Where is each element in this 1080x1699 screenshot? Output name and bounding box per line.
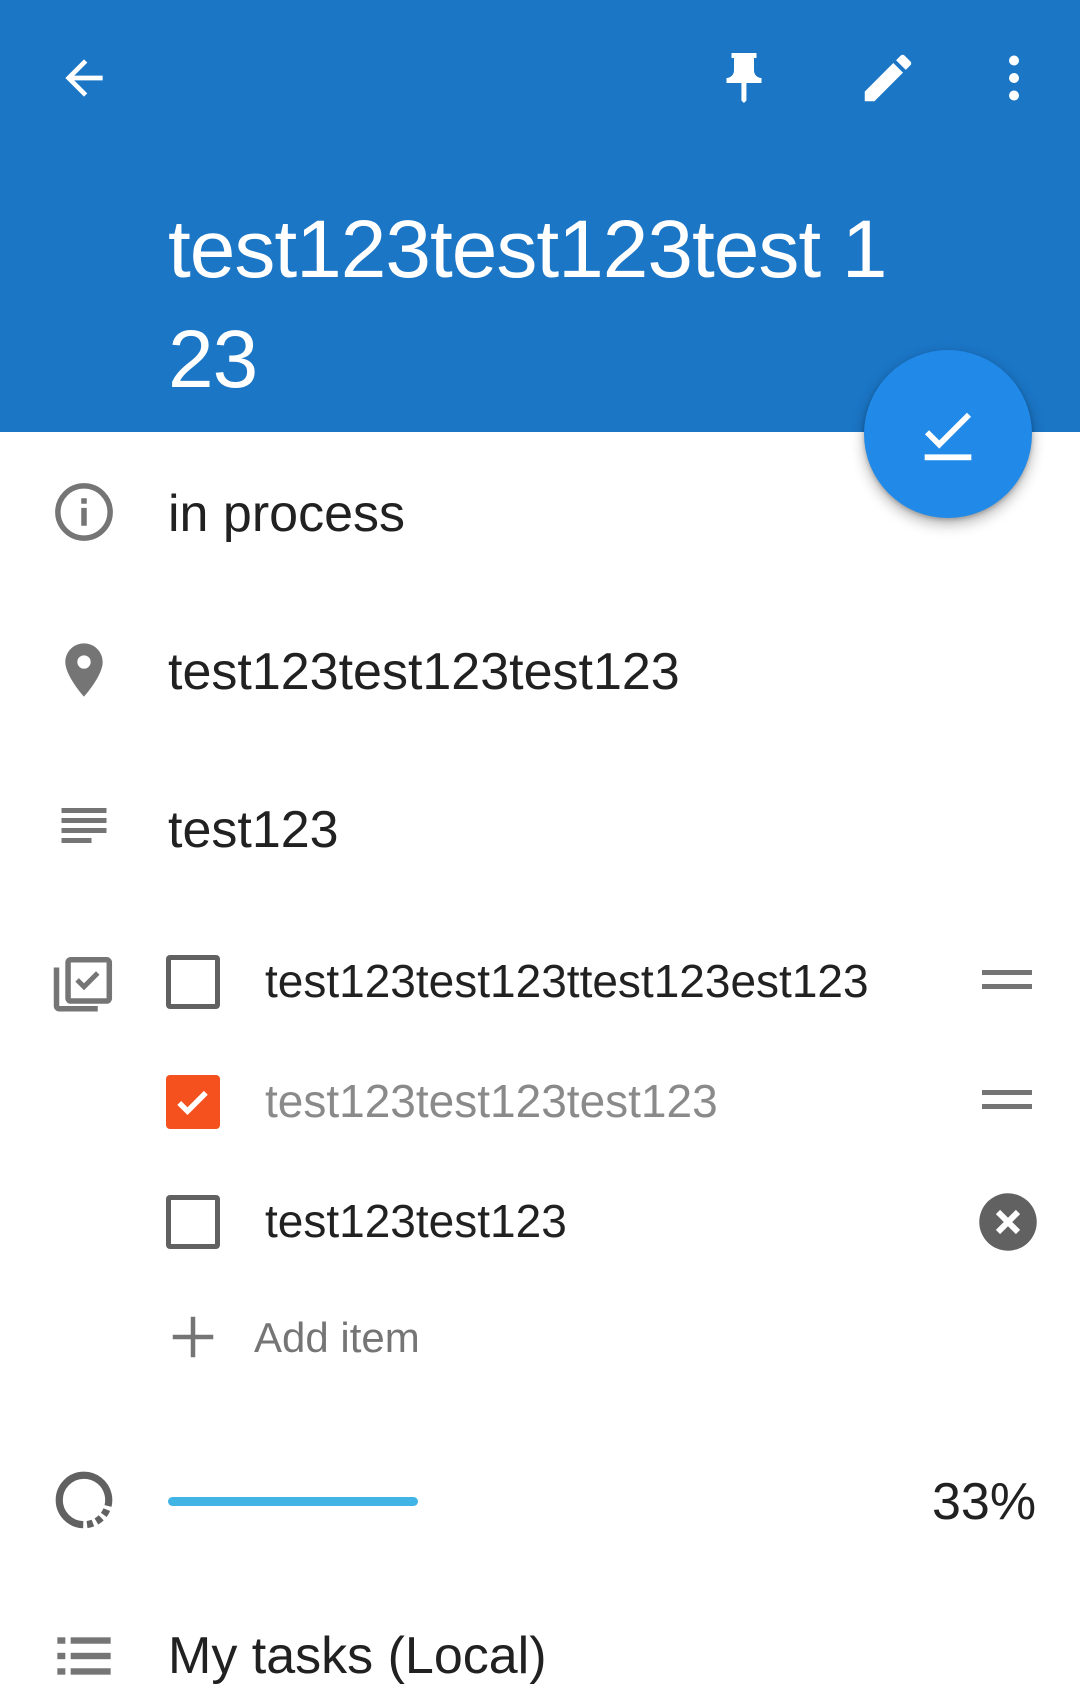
progress-icon — [48, 1464, 120, 1536]
edit-button[interactable] — [852, 42, 924, 114]
item-checkbox[interactable] — [166, 1195, 220, 1249]
description-row[interactable]: test123 — [0, 778, 1080, 878]
checkmark-icon — [177, 1090, 208, 1116]
item-label[interactable]: test123test123 — [265, 1194, 567, 1248]
more-options-button[interactable] — [978, 42, 1050, 114]
list-row[interactable]: My tasks (Local) — [0, 1606, 1080, 1699]
drag-handle-icon[interactable] — [982, 970, 1032, 998]
location-row[interactable]: test123test123test123 — [0, 620, 1080, 720]
pin-icon — [726, 53, 762, 103]
list-icon — [48, 1620, 120, 1692]
progress-bar[interactable] — [168, 1497, 418, 1506]
description-text: test123 — [168, 801, 339, 859]
pencil-icon — [864, 54, 912, 102]
progress-percent: 33% — [932, 1473, 1037, 1531]
checklist-icon — [48, 948, 120, 1020]
delete-item-button[interactable] — [978, 1192, 1038, 1252]
status-text: in process — [168, 485, 405, 543]
item-label[interactable]: test123test123ttest123est123 — [265, 954, 869, 1008]
checklist: test123test123ttest123est123 test123test… — [0, 930, 1080, 1370]
location-text: test123test123test123 — [168, 643, 680, 701]
item-checkbox[interactable] — [166, 955, 220, 1009]
info-icon — [48, 476, 120, 548]
notes-icon — [48, 792, 120, 864]
plus-icon — [166, 1310, 220, 1364]
location-pin-icon — [48, 634, 120, 706]
back-button[interactable] — [48, 42, 120, 114]
drag-handle-icon[interactable] — [982, 1090, 1032, 1118]
list-name: My tasks (Local) — [168, 1627, 547, 1685]
add-item-label: Add item — [254, 1314, 420, 1361]
item-checkbox-checked[interactable] — [166, 1075, 220, 1129]
arrow-back-icon — [65, 59, 103, 97]
progress-row[interactable]: 33% — [0, 1450, 1080, 1550]
pin-button[interactable] — [708, 42, 780, 114]
clear-circle-icon — [979, 1193, 1037, 1251]
check-done-icon — [924, 412, 972, 461]
item-label[interactable]: test123test123test123 — [265, 1074, 718, 1128]
more-vert-icon — [1009, 55, 1019, 101]
task-title: test123test123test 123 — [168, 204, 888, 405]
status-row[interactable]: in process — [0, 462, 1080, 562]
